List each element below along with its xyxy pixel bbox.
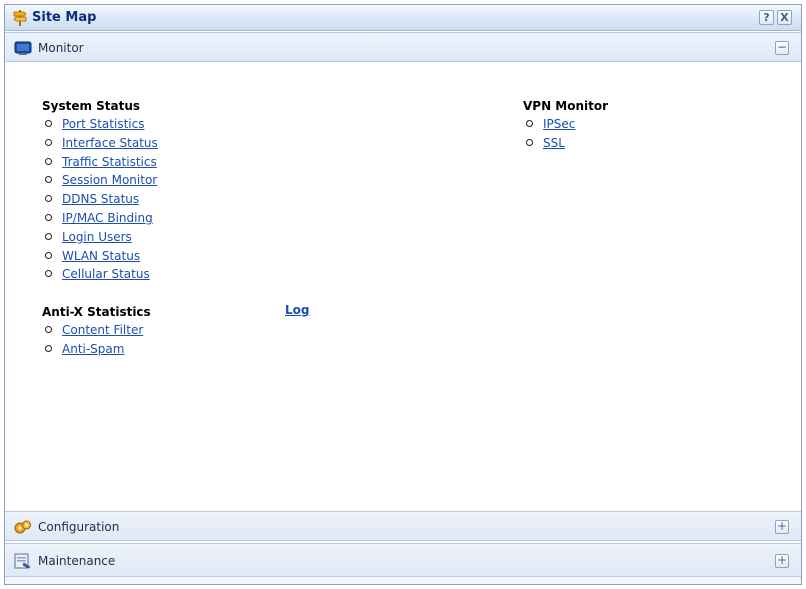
section-maintenance-label: Maintenance <box>38 554 116 568</box>
list-item: Traffic Statistics <box>42 153 158 172</box>
list-item: WLAN Status <box>42 247 158 266</box>
window-title: Site Map <box>32 10 97 25</box>
traffic-statistics-link[interactable]: Traffic Statistics <box>62 155 157 169</box>
bullet-icon <box>45 195 52 203</box>
bullet-icon <box>526 120 533 127</box>
bullet-icon <box>45 213 52 221</box>
bullet-icon <box>45 326 52 333</box>
expand-maintenance-button[interactable]: + <box>775 554 789 568</box>
port-statistics-link[interactable]: Port Statistics <box>62 117 144 131</box>
ip-mac-binding-link[interactable]: IP/MAC Binding <box>62 211 153 225</box>
vpn-monitor-title: VPN Monitor <box>523 99 609 113</box>
bullet-icon <box>45 176 52 184</box>
title-bar: Site Map ? X <box>5 5 801 31</box>
bullet-icon <box>45 344 52 352</box>
bullet-icon <box>45 120 52 127</box>
bullet-icon <box>45 251 52 259</box>
system-status-group: System Status Port Statistics Interface … <box>42 97 158 284</box>
system-status-title: System Status <box>42 99 141 113</box>
bullet-icon <box>45 138 52 146</box>
help-button[interactable]: ? <box>759 10 774 25</box>
expand-configuration-button[interactable]: + <box>775 520 789 534</box>
section-configuration-label: Configuration <box>38 520 120 534</box>
section-monitor-label: Monitor <box>38 41 84 55</box>
anti-x-title: Anti-X Statistics <box>42 305 151 319</box>
interface-status-link[interactable]: Interface Status <box>62 136 158 150</box>
section-maintenance-header[interactable]: Maintenance + <box>5 543 801 577</box>
monitor-content: System Status Port Statistics Interface … <box>5 63 801 511</box>
bullet-icon <box>526 138 533 146</box>
list-item: SSL <box>523 134 608 153</box>
list-item: Cellular Status <box>42 265 158 284</box>
list-item: Interface Status <box>42 134 158 153</box>
list-item: IPSec <box>523 115 608 134</box>
close-button[interactable]: X <box>777 10 792 25</box>
configuration-gears-icon <box>14 519 32 535</box>
monitor-icon <box>14 40 32 56</box>
bullet-icon <box>45 232 52 240</box>
section-monitor-header[interactable]: Monitor − <box>5 32 801 62</box>
collapse-monitor-button[interactable]: − <box>775 41 789 55</box>
list-item: Content Filter <box>42 321 151 340</box>
vpn-monitor-group: VPN Monitor IPSec SSL <box>523 97 608 153</box>
content-filter-link[interactable]: Content Filter <box>62 323 143 337</box>
list-item: Login Users <box>42 228 158 247</box>
signpost-icon <box>12 9 28 27</box>
log-link[interactable]: Log <box>285 303 309 317</box>
bullet-icon <box>45 270 52 278</box>
maintenance-icon <box>14 553 32 569</box>
ipsec-link[interactable]: IPSec <box>543 117 575 131</box>
bullet-icon <box>45 157 52 165</box>
list-item: Session Monitor <box>42 171 158 190</box>
anti-spam-link[interactable]: Anti-Spam <box>62 342 124 356</box>
cellular-status-link[interactable]: Cellular Status <box>62 267 150 281</box>
bottom-border <box>5 577 801 584</box>
session-monitor-link[interactable]: Session Monitor <box>62 173 157 187</box>
site-map-window: Site Map ? X Monitor − System Status Por… <box>4 4 802 585</box>
wlan-status-link[interactable]: WLAN Status <box>62 249 140 263</box>
list-item: IP/MAC Binding <box>42 209 158 228</box>
ddns-status-link[interactable]: DDNS Status <box>62 192 139 206</box>
login-users-link[interactable]: Login Users <box>62 230 132 244</box>
list-item: Port Statistics <box>42 115 158 134</box>
list-item: Anti-Spam <box>42 340 151 359</box>
section-configuration-header[interactable]: Configuration + <box>5 511 801 541</box>
list-item: DDNS Status <box>42 190 158 209</box>
ssl-link[interactable]: SSL <box>543 136 565 150</box>
anti-x-group: Anti-X Statistics Content Filter Anti-Sp… <box>42 303 151 359</box>
